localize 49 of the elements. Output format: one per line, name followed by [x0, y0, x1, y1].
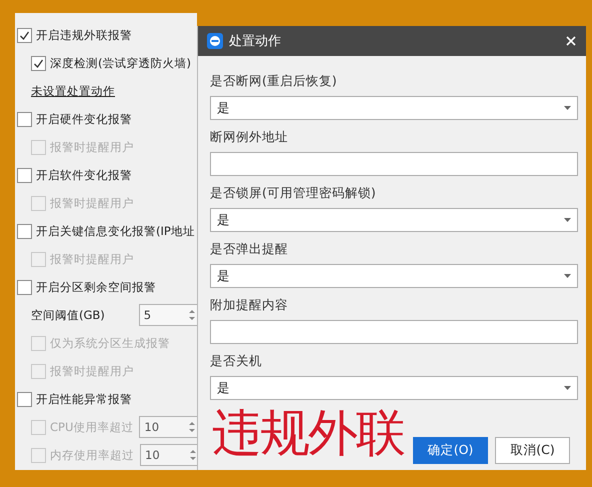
dropdown[interactable]: 是 [210, 96, 578, 120]
checkbox-label: 开启软件变化报警 [36, 168, 132, 182]
close-icon[interactable] [566, 36, 576, 46]
dropdown-caret-icon [564, 218, 571, 222]
checkbox-label: 报警时提醒用户 [50, 196, 134, 210]
annotation-text: 违规外联 [212, 404, 404, 462]
field-label: 是否断网(重启后恢复) [210, 72, 338, 90]
field-label: 空间阈值(GB) [31, 308, 105, 322]
checkbox-label: 报警时提醒用户 [50, 140, 134, 154]
checkbox[interactable] [17, 224, 32, 238]
number-spinner[interactable]: 5 [138, 304, 197, 326]
input-field[interactable] [210, 320, 578, 344]
app-logo-icon [207, 33, 223, 49]
field-label: 是否锁屏(可用管理密码解锁) [210, 184, 377, 202]
checkbox-label: 仅为系统分区生成报警 [50, 336, 170, 350]
dropdown[interactable]: 是 [210, 208, 578, 232]
checkbox-label: 开启硬件变化报警 [36, 112, 132, 126]
checkbox-label: 报警时提醒用户 [50, 364, 134, 378]
checkbox[interactable] [17, 392, 32, 406]
confirm-button[interactable]: 确定(O) [413, 437, 488, 464]
checkbox-label: 开启关键信息变化报警(IP地址 [36, 224, 195, 238]
action-link[interactable]: 未设置处置动作 [31, 84, 115, 98]
spinner-arrows-icon[interactable] [188, 307, 196, 323]
checkbox[interactable] [17, 112, 32, 126]
dropdown-caret-icon [564, 274, 571, 278]
dropdown-caret-icon [564, 106, 571, 110]
spinner-arrows-icon[interactable] [189, 447, 197, 463]
checkbox[interactable] [17, 28, 32, 42]
field-label: CPU使用率超过 [50, 420, 134, 434]
field-label: 附加提醒内容 [210, 296, 289, 314]
field-label: 是否弹出提醒 [210, 240, 289, 258]
checkbox[interactable] [17, 168, 32, 182]
checkbox-label: 开启性能异常报警 [36, 392, 132, 406]
field-label: 断网例外地址 [210, 128, 289, 146]
checkbox-label: 深度检测(尝试穿透防火墙) [50, 56, 191, 70]
dropdown[interactable]: 是 [210, 264, 578, 288]
checkbox[interactable] [17, 280, 32, 294]
checkbox-label: 报警时提醒用户 [50, 252, 134, 266]
checkbox-label: 开启分区剩余空间报警 [36, 280, 156, 294]
field-label: 内存使用率超过 [50, 448, 134, 462]
field-label: 是否关机 [210, 352, 263, 370]
dialog-title: 处置动作 [229, 33, 282, 50]
spinner-arrows-icon[interactable] [188, 419, 196, 435]
dropdown-caret-icon [564, 386, 571, 390]
cancel-button[interactable]: 取消(C) [495, 437, 570, 464]
checkbox-label: 开启违规外联报警 [36, 28, 132, 42]
checkbox[interactable] [31, 56, 46, 70]
dropdown[interactable]: 是 [210, 376, 578, 400]
input-field[interactable] [210, 152, 578, 176]
